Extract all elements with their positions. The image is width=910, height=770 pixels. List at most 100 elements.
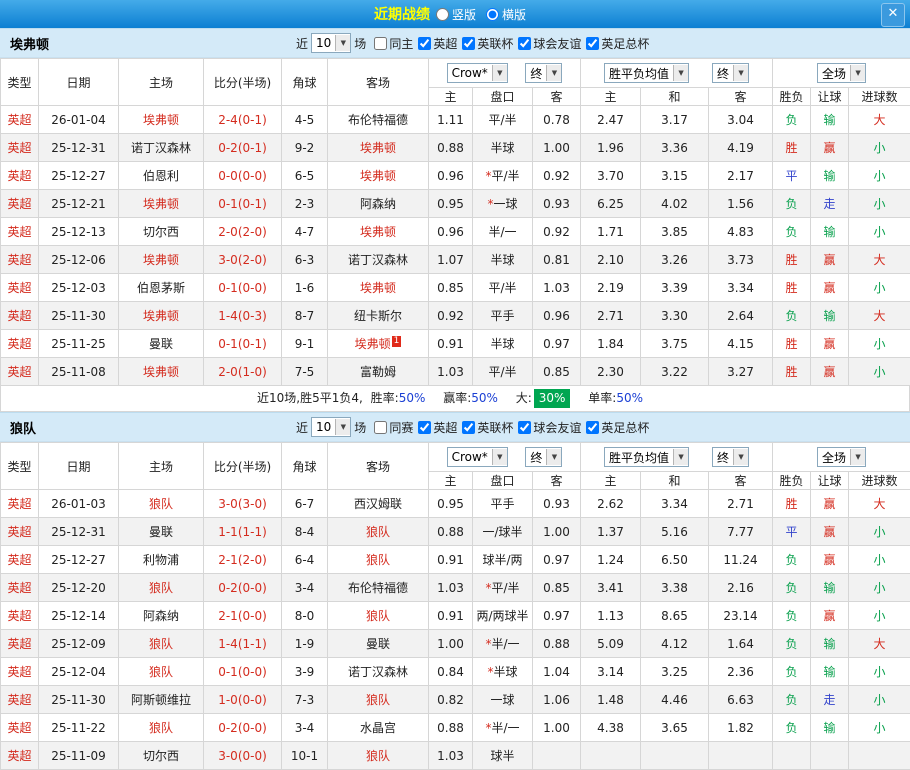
league-filter-checkbox[interactable] <box>418 37 431 50</box>
col-goals: 进球数 <box>849 472 910 490</box>
goals-result-cell: 小 <box>849 330 910 358</box>
col-asia-handicap: 盘口 <box>473 88 533 106</box>
league-cell: 英超 <box>1 190 39 218</box>
league-filter-checkbox[interactable] <box>418 421 431 434</box>
chevron-down-icon: ▼ <box>673 65 688 81</box>
league-filter-checkbox[interactable] <box>374 421 387 434</box>
recent-games-select[interactable]: 10▼ <box>311 33 351 53</box>
league-filter-球会友谊[interactable]: 球会友谊 <box>518 35 581 52</box>
handicap-result-cell: 赢 <box>811 330 849 358</box>
goals-result-cell: 小 <box>849 134 910 162</box>
handicap-result-cell: 输 <box>811 162 849 190</box>
asia-away-odds-cell: 0.96 <box>533 302 581 330</box>
vertical-radio[interactable] <box>436 8 449 21</box>
asia-final-select[interactable]: 终▼ <box>525 63 562 83</box>
team-name: 埃弗顿 <box>10 34 49 53</box>
chevron-down-icon: ▼ <box>733 65 748 81</box>
goals-result-cell: 小 <box>849 574 910 602</box>
league-filter-英足总杯[interactable]: 英足总杯 <box>586 419 649 436</box>
home-team-cell: 埃弗顿 <box>119 246 204 274</box>
scope-select[interactable]: 全场▼ <box>817 447 866 467</box>
match-row: 英超25-12-21埃弗顿0-1(0-1)2-3阿森纳0.95*一球0.936.… <box>1 190 910 218</box>
odds-company-select[interactable]: Crow*▼ <box>447 63 508 83</box>
handicap-result-cell: 走 <box>811 190 849 218</box>
euro-avg-select[interactable]: 胜平负均值▼ <box>604 447 689 467</box>
layout-option-vertical[interactable]: 竖版 <box>436 6 476 23</box>
score-cell: 2-0(1-0) <box>204 358 282 386</box>
league-filter-球会友谊[interactable]: 球会友谊 <box>518 419 581 436</box>
result-cell <box>773 742 811 770</box>
league-filter-checkbox[interactable] <box>586 37 599 50</box>
euro-draw-odds-cell: 3.85 <box>641 218 709 246</box>
close-button[interactable]: ✕ <box>881 3 905 27</box>
result-cell: 胜 <box>773 134 811 162</box>
league-filter-同主[interactable]: 同主 <box>374 35 413 52</box>
col-asia-handicap: 盘口 <box>473 472 533 490</box>
euro-final-select[interactable]: 终▼ <box>712 447 749 467</box>
euro-home-odds-cell: 2.71 <box>581 302 641 330</box>
match-row: 英超25-12-31曼联1-1(1-1)8-4狼队0.88一/球半1.001.3… <box>1 518 910 546</box>
euro-draw-odds-cell: 4.46 <box>641 686 709 714</box>
handicap-result-cell: 赢 <box>811 246 849 274</box>
asia-home-odds-cell: 0.88 <box>429 518 473 546</box>
euro-final-select[interactable]: 终▼ <box>712 63 749 83</box>
score-cell: 1-1(1-1) <box>204 518 282 546</box>
scope-controls: 全场▼ <box>773 443 910 472</box>
scope-value: 全场 <box>822 65 846 82</box>
league-cell: 英超 <box>1 574 39 602</box>
home-team-cell: 埃弗顿 <box>119 106 204 134</box>
league-filter-英足总杯[interactable]: 英足总杯 <box>586 35 649 52</box>
recent-games-select[interactable]: 10▼ <box>311 417 351 437</box>
result-cell: 平 <box>773 518 811 546</box>
date-cell: 25-12-27 <box>39 546 119 574</box>
score-cell: 1-4(0-3) <box>204 302 282 330</box>
league-filter-checkbox[interactable] <box>586 421 599 434</box>
euro-home-odds-cell: 2.62 <box>581 490 641 518</box>
asia-away-odds-cell: 0.92 <box>533 218 581 246</box>
asia-home-odds-cell: 0.91 <box>429 546 473 574</box>
asia-home-odds-cell: 1.03 <box>429 574 473 602</box>
result-cell: 负 <box>773 714 811 742</box>
league-cell: 英超 <box>1 218 39 246</box>
away-team-cell: 埃弗顿 <box>328 134 429 162</box>
league-filter-checkbox[interactable] <box>374 37 387 50</box>
home-team-cell: 狼队 <box>119 574 204 602</box>
home-team-cell: 埃弗顿 <box>119 302 204 330</box>
goals-result-cell: 大 <box>849 630 910 658</box>
wolves-section: 狼队 近 10▼ 场 同赛英超英联杯球会友谊英足总杯 类型 日期 主场 比分(半… <box>0 412 910 770</box>
handicap-result-cell: 赢 <box>811 602 849 630</box>
recent-games-value: 10 <box>316 36 331 50</box>
league-cell: 英超 <box>1 134 39 162</box>
league-filter-checkbox[interactable] <box>462 421 475 434</box>
odds-company-select[interactable]: Crow*▼ <box>447 447 508 467</box>
euro-home-odds-cell: 2.47 <box>581 106 641 134</box>
league-filter-英超[interactable]: 英超 <box>418 419 457 436</box>
league-filter-checkbox[interactable] <box>462 37 475 50</box>
asia-away-odds-cell: 0.97 <box>533 546 581 574</box>
corners-cell: 9-1 <box>282 330 328 358</box>
horizontal-radio[interactable] <box>486 8 499 21</box>
col-asia-home: 主 <box>429 88 473 106</box>
euro-draw-odds-cell: 3.34 <box>641 490 709 518</box>
corners-cell: 6-3 <box>282 246 328 274</box>
asia-home-odds-cell: 0.84 <box>429 658 473 686</box>
asia-final-select[interactable]: 终▼ <box>525 447 562 467</box>
euro-draw-odds-cell: 3.38 <box>641 574 709 602</box>
league-filter-checkbox[interactable] <box>518 37 531 50</box>
league-filter-英联杯[interactable]: 英联杯 <box>462 419 513 436</box>
league-filter-英联杯[interactable]: 英联杯 <box>462 35 513 52</box>
scope-select[interactable]: 全场▼ <box>817 63 866 83</box>
handicap-cell: 平/半 <box>473 106 533 134</box>
euro-home-odds-cell: 4.38 <box>581 714 641 742</box>
profit-rate-label: 赢率: <box>443 391 471 405</box>
league-filter-英超[interactable]: 英超 <box>418 35 457 52</box>
league-filter-同赛[interactable]: 同赛 <box>374 419 413 436</box>
asia-away-odds-cell: 0.85 <box>533 358 581 386</box>
euro-home-odds-cell: 3.14 <box>581 658 641 686</box>
date-cell: 25-12-27 <box>39 162 119 190</box>
league-filter-checkbox[interactable] <box>518 421 531 434</box>
euro-avg-select[interactable]: 胜平负均值▼ <box>604 63 689 83</box>
layout-option-horizontal[interactable]: 横版 <box>486 6 526 23</box>
away-team-cell: 阿森纳 <box>328 190 429 218</box>
home-team-cell: 曼联 <box>119 330 204 358</box>
